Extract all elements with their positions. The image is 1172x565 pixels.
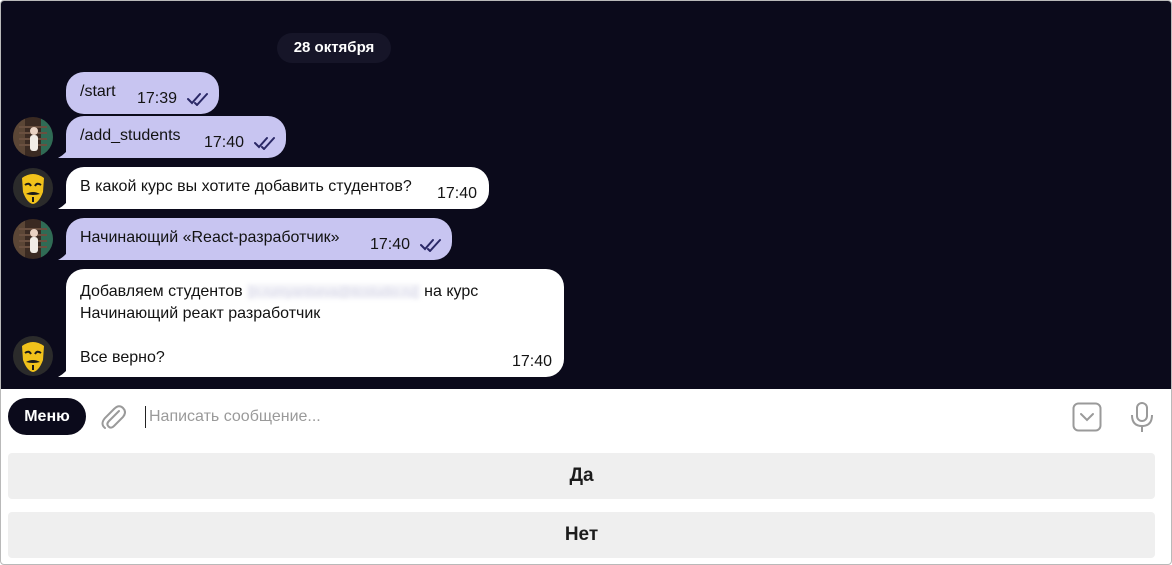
message-list[interactable]: 28 октября /start 17:39 /add_students 17… (1, 1, 1171, 389)
message-time: 17:40 (437, 185, 478, 202)
message-text: Добавляем студентов (80, 283, 243, 300)
message-text: Начинающий реакт разработчик (80, 305, 321, 322)
paperclip-icon[interactable] (100, 402, 126, 432)
user-avatar[interactable] (13, 117, 53, 157)
message-composer: Меню (1, 389, 1171, 445)
message-bubble-incoming[interactable]: В какой курс вы хотите добавить студенто… (66, 167, 489, 209)
double-check-icon (420, 239, 441, 252)
bubble-tail (58, 195, 72, 209)
bot-avatar[interactable] (13, 168, 53, 208)
bubble-tail (58, 363, 72, 377)
message-time: 17:40 (512, 353, 553, 370)
message-text: В какой курс вы хотите добавить студенто… (80, 178, 412, 195)
text-cursor (145, 406, 146, 428)
message-text: Все верно? (80, 349, 165, 366)
message-time: 17:40 (370, 236, 411, 253)
message-time: 17:39 (137, 90, 178, 107)
message-bubble-outgoing[interactable]: Начинающий «React-разработчик» 17:40 (66, 218, 452, 260)
date-separator: 28 октября (277, 33, 391, 63)
double-check-icon (187, 93, 208, 106)
telegram-chat-window: 28 октября /start 17:39 /add_students 17… (0, 0, 1172, 565)
message-text: /add_students (80, 127, 181, 144)
user-avatar[interactable] (13, 219, 53, 259)
microphone-icon[interactable] (1129, 401, 1155, 433)
reply-button-yes[interactable]: Да (8, 453, 1155, 499)
reply-button-no[interactable]: Нет (8, 512, 1155, 558)
message-time: 17:40 (204, 134, 245, 151)
bot-avatar[interactable] (13, 336, 53, 376)
message-text: /start (80, 83, 116, 100)
message-bubble-outgoing[interactable]: /add_students 17:40 (66, 116, 286, 158)
message-text: на курс (424, 283, 479, 300)
message-text: Начинающий «React-разработчик» (80, 229, 340, 246)
message-bubble-incoming[interactable]: Добавляем студентов [n.rumyantseva@itcst… (66, 269, 564, 377)
redacted-email: [n.rumyantseva@itcstudio.ru] (247, 284, 420, 299)
message-bubble-outgoing[interactable]: /start 17:39 (66, 72, 219, 114)
menu-button[interactable]: Меню (8, 398, 86, 435)
bubble-tail (58, 246, 72, 260)
message-input[interactable] (149, 405, 1029, 429)
keyboard-toggle-icon[interactable] (1072, 402, 1102, 432)
bubble-tail (58, 144, 72, 158)
double-check-icon (254, 137, 275, 150)
